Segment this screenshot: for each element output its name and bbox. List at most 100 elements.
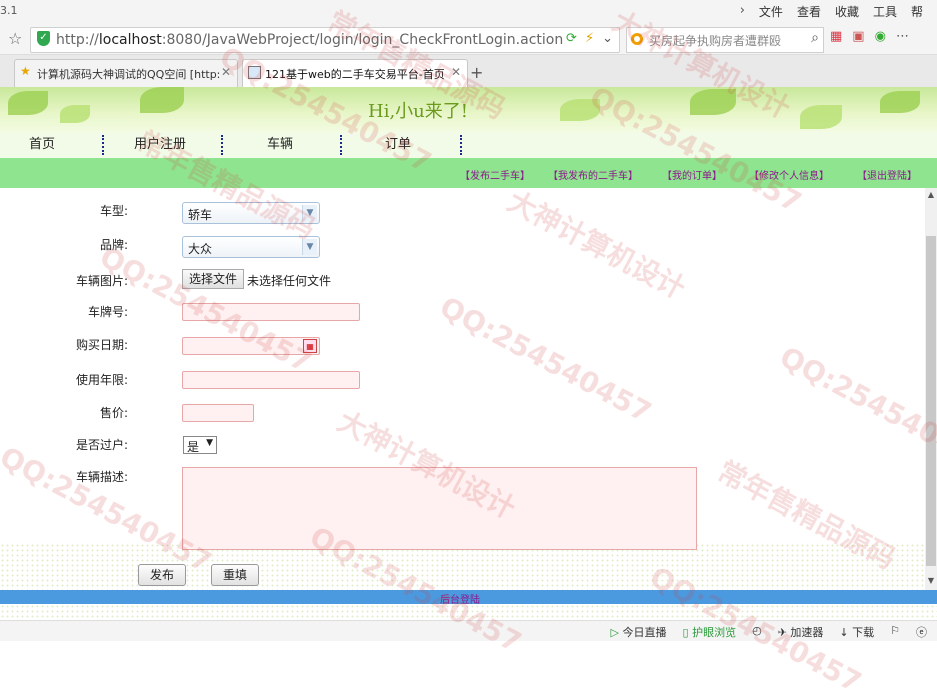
- scroll-up-icon[interactable]: ▲: [925, 190, 937, 199]
- url-field[interactable]: ✓ http://localhost:8080/JavaWebProject/l…: [30, 27, 620, 53]
- choose-file-button[interactable]: 选择文件: [182, 269, 245, 289]
- browser-version: 3.1: [0, 4, 18, 17]
- lightning-icon[interactable]: ⚡: [585, 31, 594, 46]
- search-engine-icon[interactable]: [631, 33, 643, 45]
- accelerator-icon: ✈: [777, 626, 787, 639]
- transfer-value: 是: [187, 440, 200, 454]
- car-type-value: 轿车: [188, 208, 213, 222]
- nav-orders[interactable]: 订单: [342, 132, 454, 158]
- tab-qq-space[interactable]: ★ 计算机源码大神调试的QQ空间 [http: ✕: [14, 59, 238, 87]
- ie-icon[interactable]: ⓔ: [916, 624, 927, 640]
- menu-file[interactable]: 文件: [759, 3, 783, 20]
- label-brand: 品牌:: [99, 238, 128, 252]
- address-toolbar: ☆ ✓ http://localhost:8080/JavaWebProject…: [0, 24, 937, 55]
- file-status: 未选择任何文件: [247, 274, 332, 288]
- refresh-icon[interactable]: ⟳: [566, 31, 577, 46]
- scroll-thumb[interactable]: [926, 236, 936, 566]
- nav-separator: [460, 135, 462, 155]
- leaf-decoration: [140, 87, 184, 113]
- eye-care-button[interactable]: ▯ 护眼浏览: [683, 624, 737, 640]
- menu-view[interactable]: 查看: [797, 3, 821, 20]
- live-stream-button[interactable]: ▷ 今日直播: [611, 624, 667, 640]
- link-logout[interactable]: 【退出登陆】: [857, 167, 917, 182]
- page-footer: 后台登陆: [0, 590, 937, 606]
- brand-value: 大众: [188, 242, 213, 256]
- nav-register[interactable]: 用户注册: [104, 132, 216, 158]
- link-my-cars[interactable]: 【我发布的二手车】: [548, 167, 638, 182]
- label-buy-date: 购买日期:: [75, 338, 128, 352]
- overflow-icon[interactable]: ⋯: [896, 29, 909, 44]
- apps-grid-icon[interactable]: ▦: [830, 29, 842, 44]
- browser-statusbar: ▷ 今日直播 ▯ 护眼浏览 ◴ ✈ 加速器 ↓ 下载 ⚐ ⓔ: [0, 620, 937, 641]
- star-favicon-icon: ★: [20, 64, 31, 78]
- car-type-select[interactable]: 轿车 ▼: [182, 202, 320, 224]
- main-nav: 首页 用户注册 车辆 订单: [0, 132, 937, 158]
- label-price: 售价:: [99, 406, 128, 420]
- leaf-decoration: [880, 91, 920, 113]
- extension-icons: ▦ ▣ ◉ ⋯: [830, 29, 909, 44]
- price-input[interactable]: [182, 404, 254, 422]
- link-edit-profile[interactable]: 【修改个人信息】: [749, 167, 829, 182]
- leaf-decoration: [690, 89, 736, 115]
- page-scrollbar[interactable]: ▲ ▼: [925, 188, 937, 590]
- search-hint[interactable]: 买房起争执购房者遭群殴: [649, 32, 799, 49]
- link-my-orders[interactable]: 【我的订单】: [662, 167, 722, 182]
- menu-favorites[interactable]: 收藏: [835, 3, 859, 20]
- tab-title: 计算机源码大神调试的QQ空间 [http:: [37, 68, 221, 81]
- new-tab-icon[interactable]: +: [470, 63, 483, 82]
- chevron-right-icon[interactable]: ›: [740, 3, 745, 20]
- shield-icon: ✓: [37, 31, 50, 46]
- submit-button[interactable]: 发布: [138, 564, 186, 586]
- extension-icon[interactable]: ▣: [852, 29, 864, 44]
- url-tools: ⟳ ⚡ ⌄: [566, 31, 613, 46]
- nav-vehicles[interactable]: 车辆: [224, 132, 336, 158]
- leaf-decoration: [60, 105, 90, 123]
- page-favicon-icon: [248, 66, 261, 79]
- scroll-down-icon[interactable]: ▼: [925, 576, 937, 585]
- plate-input[interactable]: [182, 303, 360, 321]
- url-text[interactable]: http://localhost:8080/JavaWebProject/log…: [56, 32, 563, 48]
- download-icon: ↓: [839, 626, 849, 639]
- site-banner: Hi,小u来了!: [0, 87, 937, 132]
- label-description: 车辆描述:: [75, 470, 128, 484]
- chevron-down-icon[interactable]: ⌄: [602, 31, 613, 46]
- menu-help[interactable]: 帮: [911, 3, 923, 20]
- buy-date-input[interactable]: [182, 337, 320, 355]
- greeting-text: Hi,小u来了!: [368, 101, 469, 122]
- nav-home[interactable]: 首页: [0, 132, 84, 158]
- label-transfer: 是否过户:: [75, 438, 128, 452]
- label-car-type: 车型:: [99, 204, 128, 218]
- transfer-select[interactable]: 是 ▼: [183, 436, 217, 454]
- label-car-image: 车辆图片:: [75, 274, 128, 288]
- description-textarea[interactable]: [182, 467, 697, 550]
- close-icon[interactable]: ✕: [221, 65, 231, 79]
- brand-select[interactable]: 大众 ▼: [182, 236, 320, 258]
- leaf-decoration: [560, 99, 600, 121]
- menu-tools[interactable]: 工具: [873, 3, 897, 20]
- chevron-down-icon: ▼: [302, 239, 317, 255]
- accelerator-button[interactable]: ✈ 加速器: [778, 624, 824, 640]
- download-button[interactable]: ↓ 下载: [839, 624, 874, 640]
- calendar-icon[interactable]: ▦: [303, 339, 317, 353]
- shield-ext-icon[interactable]: ◉: [875, 29, 886, 44]
- chevron-down-icon: ▼: [302, 205, 317, 221]
- link-publish-car[interactable]: 【发布二手车】: [460, 167, 530, 182]
- history-icon[interactable]: ◴: [752, 624, 762, 640]
- bookmark-star-icon[interactable]: ☆: [8, 29, 22, 48]
- search-field[interactable]: 买房起争执购房者遭群殴 ⌕: [626, 27, 824, 53]
- tab-bar: ★ 计算机源码大神调试的QQ空间 [http: ✕ 121基于web的二手车交易…: [0, 55, 937, 88]
- search-icon[interactable]: ⌕: [811, 30, 819, 46]
- close-icon[interactable]: ✕: [451, 65, 461, 79]
- leaf-decoration: [800, 105, 842, 129]
- tab-car-platform[interactable]: 121基于web的二手车交易平台-首页 ✕: [242, 59, 468, 87]
- phone-icon: ▯: [682, 626, 689, 639]
- tab-title: 121基于web的二手车交易平台-首页: [265, 68, 445, 81]
- browser-menu: › 文件 查看 收藏 工具 帮: [740, 3, 923, 20]
- flag-icon[interactable]: ⚐: [890, 624, 900, 640]
- chevron-down-icon: ▼: [206, 438, 213, 448]
- leaf-decoration: [8, 91, 48, 115]
- nav-separator: [221, 135, 223, 155]
- reset-button[interactable]: 重填: [211, 564, 259, 586]
- years-used-input[interactable]: [182, 371, 360, 389]
- footer-background: [0, 604, 937, 620]
